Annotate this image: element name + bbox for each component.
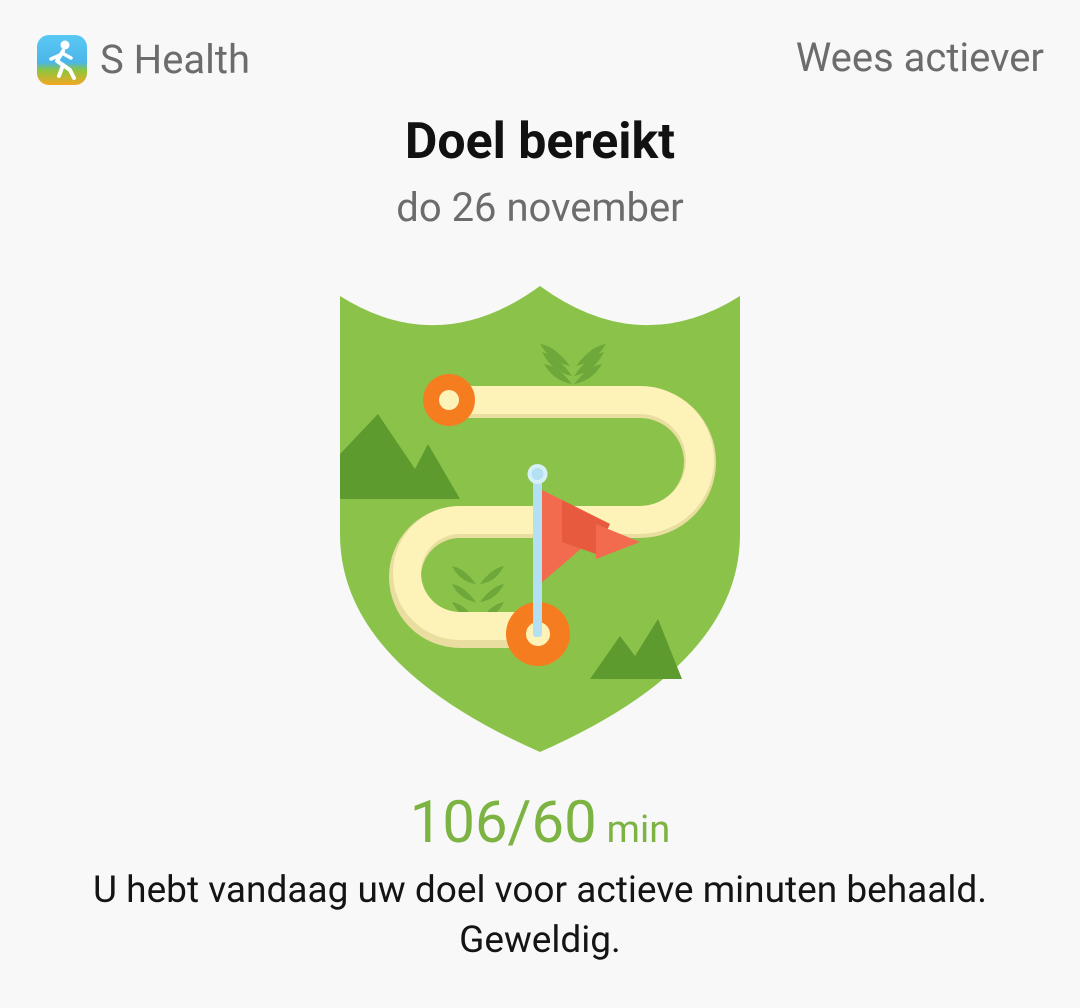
notification-date: do 26 november	[396, 184, 684, 231]
goal-unit: min	[606, 808, 671, 852]
notification-title: Doel bereikt	[404, 113, 676, 171]
app-name: S Health	[100, 36, 251, 83]
goal-achieved-shield-badge-icon	[340, 286, 740, 752]
running-person-app-icon	[37, 35, 87, 85]
active-minutes-goal: 106/60 min	[0, 788, 1080, 872]
goal-value: 106/60	[409, 789, 597, 857]
message-line-1: U hebt vandaag uw doel voor actieve minu…	[93, 869, 987, 912]
notification-message: U hebt vandaag uw doel voor actieve minu…	[0, 866, 1080, 966]
message-line-2: Geweldig.	[459, 919, 621, 962]
notification-card[interactable]: S Health Wees actiever Doel bereikt do 2…	[0, 0, 1080, 1008]
notification-category: Wees actiever	[795, 34, 1044, 81]
